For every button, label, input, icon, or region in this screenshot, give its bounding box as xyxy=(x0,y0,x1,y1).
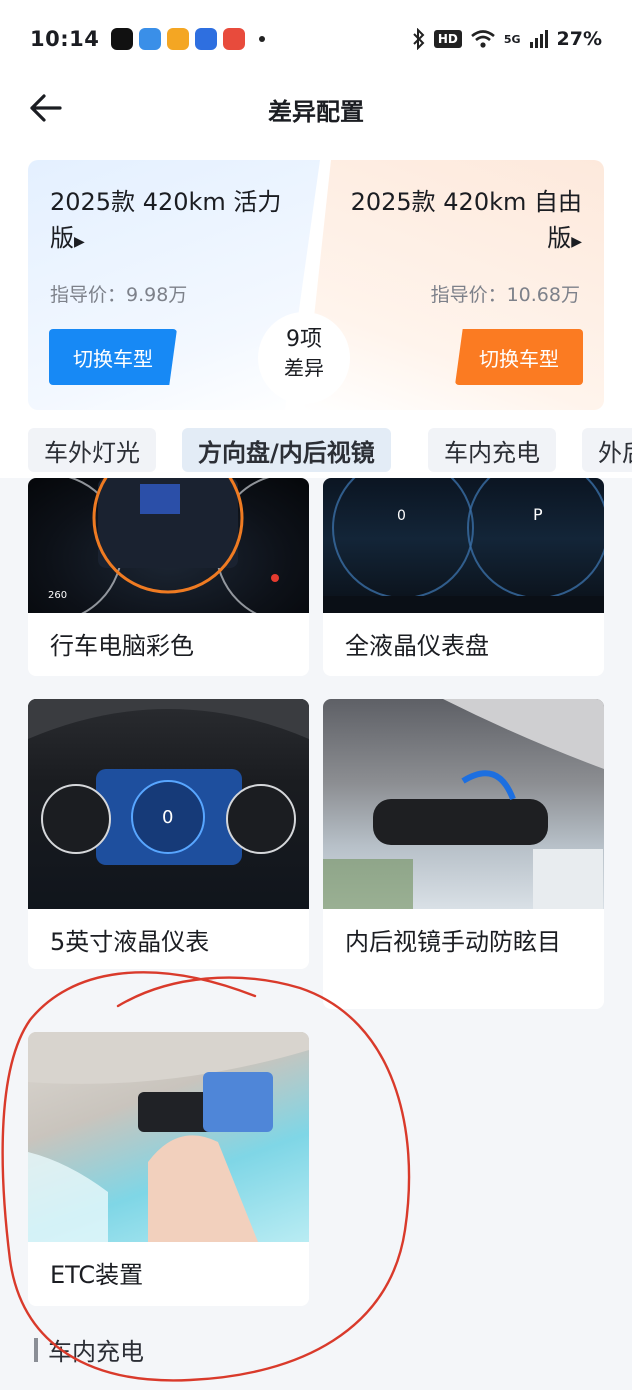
video-app-icon xyxy=(167,28,190,50)
model-compare-panel: 2025款 420km 活力版▶ 2025款 420km 自由版▶ 指导价：9.… xyxy=(0,140,632,422)
left-price: 指导价：9.98万 xyxy=(50,284,188,306)
feature-card[interactable]: 0 5英寸液晶仪表 xyxy=(28,699,309,969)
right-model-label: 2025款 420km 自由版 xyxy=(350,188,582,252)
hd-badge: HD xyxy=(433,30,462,48)
tab-exterior-lights[interactable]: 车外灯光 xyxy=(28,428,156,472)
difference-count: 9项 xyxy=(286,327,322,352)
svg-text:260: 260 xyxy=(48,590,67,601)
etc-device-image xyxy=(28,1032,309,1242)
status-bar: 10:14 HD 5G 27% xyxy=(0,0,632,78)
caret-right-icon: ▶ xyxy=(571,234,582,250)
tiktok-app-icon xyxy=(111,28,134,50)
lcd-illustration: 0 P xyxy=(323,478,604,613)
feature-card[interactable]: ETC装置 xyxy=(28,1032,309,1306)
feature-card[interactable]: 260 行车电脑彩色 xyxy=(28,478,309,676)
status-time: 10:14 xyxy=(30,27,100,51)
feature-label: ETC装置 xyxy=(50,1261,144,1289)
network-type: 5G xyxy=(503,32,521,46)
page-title: 差异配置 xyxy=(268,98,364,126)
section-marker xyxy=(34,1337,38,1362)
bluetooth-icon xyxy=(413,28,425,50)
wifi-icon xyxy=(471,30,495,48)
tab-interior-charging[interactable]: 车内充电 xyxy=(428,428,556,472)
feature-label: 行车电脑彩色 xyxy=(50,632,194,660)
feature-label: 内后视镜手动防眩目 xyxy=(345,928,561,956)
section-title-label: 车内充电 xyxy=(48,1338,144,1366)
car-app-icon xyxy=(195,28,218,50)
svg-text:0: 0 xyxy=(397,508,406,524)
feature-label: 全液晶仪表盘 xyxy=(345,632,489,660)
switch-model-left-button[interactable]: 切换车型 xyxy=(49,329,177,385)
etc-illustration xyxy=(28,1032,309,1242)
more-notifications-icon xyxy=(259,36,266,42)
feature-label: 5英寸液晶仪表 xyxy=(50,928,210,956)
status-right: HD 5G 27% xyxy=(412,28,602,50)
header: 差异配置 xyxy=(0,78,632,140)
small-lcd-illustration: 0 xyxy=(28,699,309,865)
switch-model-right-button[interactable]: 切换车型 xyxy=(455,329,583,385)
difference-count-badge: 9项 差异 xyxy=(258,312,350,404)
lcd-dashboard-image: 0 P xyxy=(323,478,604,613)
travel-app-icon xyxy=(139,28,162,50)
svg-text:P: P xyxy=(533,505,543,524)
shopping-app-icon xyxy=(223,28,246,50)
caret-right-icon: ▶ xyxy=(74,234,85,250)
tab-exterior-mirror[interactable]: 外后 xyxy=(582,428,632,472)
right-model-name[interactable]: 2025款 420km 自由版▶ xyxy=(342,184,582,260)
svg-text:0: 0 xyxy=(162,807,173,828)
notification-icons xyxy=(111,28,266,50)
tab-steering-mirror[interactable]: 方向盘/内后视镜 xyxy=(182,428,391,472)
small-lcd-cluster-image: 0 xyxy=(28,699,309,909)
feature-card[interactable]: 内后视镜手动防眩目 xyxy=(323,699,604,1009)
cluster-illustration: 260 xyxy=(48,478,279,613)
right-price: 指导价：10.68万 xyxy=(430,284,580,306)
instrument-cluster-image: 260 xyxy=(28,478,309,613)
signal-icon xyxy=(529,30,548,48)
feature-card[interactable]: 0 P 全液晶仪表盘 xyxy=(323,478,604,676)
left-model-name[interactable]: 2025款 420km 活力版▶ xyxy=(50,184,290,260)
difference-label: 差异 xyxy=(284,356,324,380)
rearview-mirror-image xyxy=(323,699,604,909)
mirror-illustration xyxy=(323,699,604,909)
section-title-interior-charging: 车内充电 xyxy=(34,1332,144,1367)
category-tabs: 车外灯光 方向盘/内后视镜 车内充电 外后 xyxy=(0,422,632,478)
battery-level: 27% xyxy=(556,28,602,50)
